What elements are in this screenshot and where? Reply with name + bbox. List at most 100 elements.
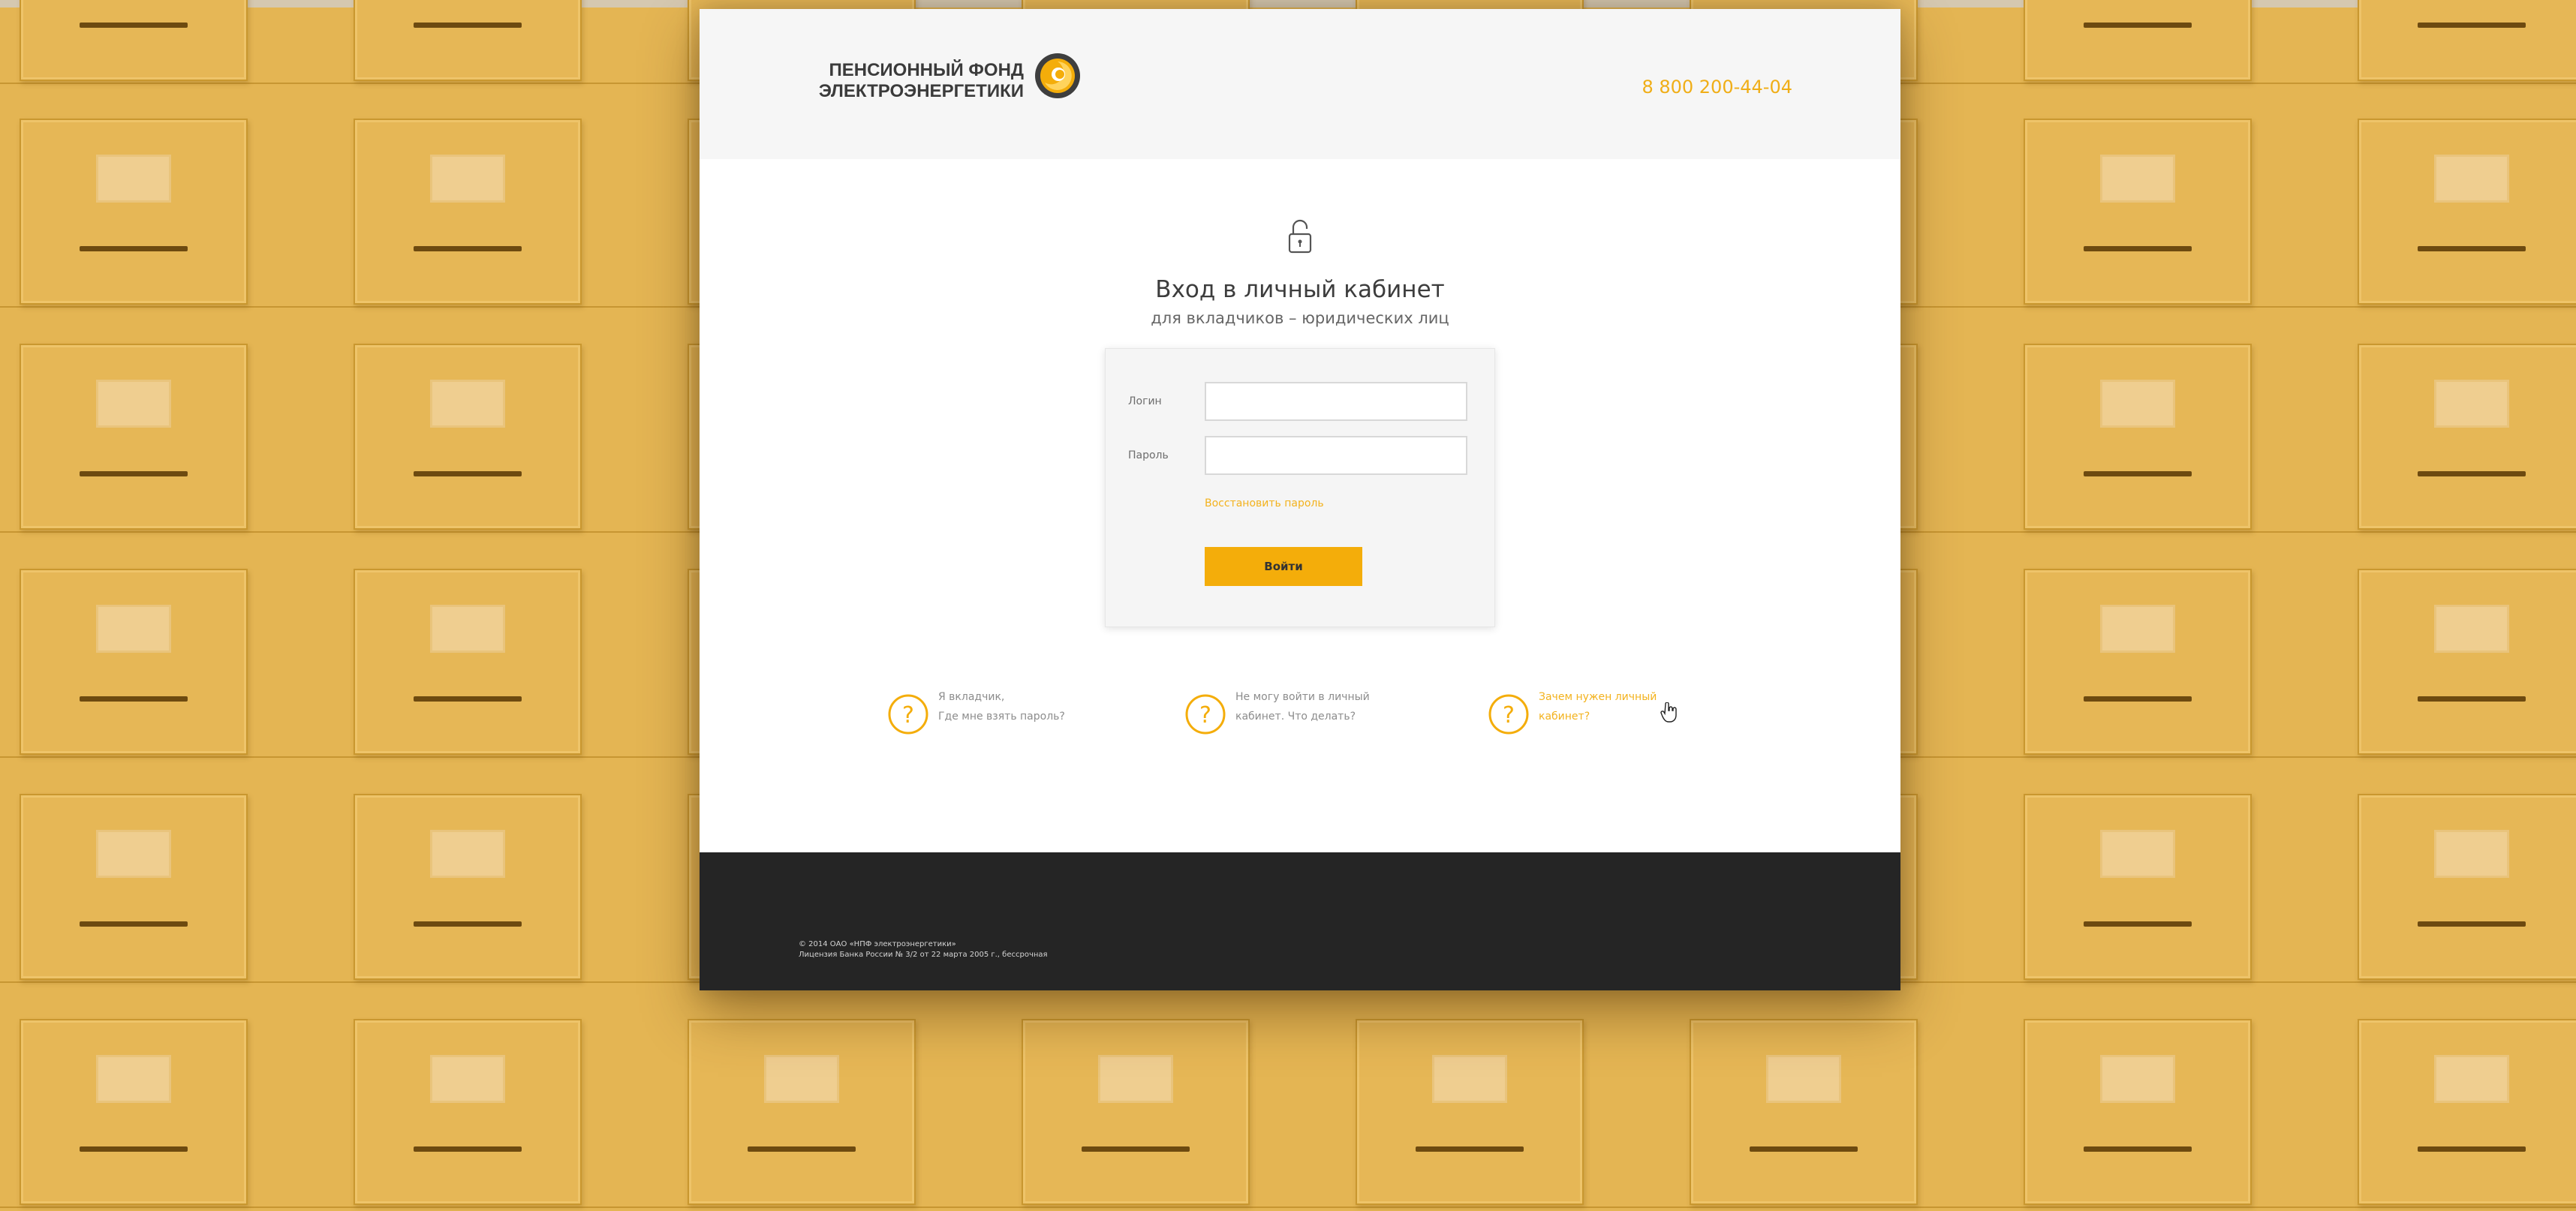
login-form: Логин Пароль Восстановить пароль Войти [1105,348,1495,627]
cabinet-drawer [1690,1019,1918,1205]
svg-text:?: ? [1199,702,1211,729]
cabinet-drawer [354,344,582,530]
cabinet-drawer [1022,1019,1250,1205]
question-icon: ? [1185,694,1226,735]
svg-text:?: ? [902,702,914,729]
logo-text: ПЕНСИОННЫЙ ФОНД ЭЛЕКТРОЭНЕРГЕТИКИ [799,60,1024,102]
drawer-handle [2084,1146,2192,1152]
faq-line-1: Не могу войти в личный [1235,691,1370,703]
cabinet-drawer [20,119,248,305]
fund-logo-icon [1035,53,1080,98]
drawer-handle [1750,1146,1858,1152]
faq-item-why-cabinet[interactable]: ? Зачем нужен личный кабинет? [1488,687,1743,755]
drawer-handle [414,23,522,28]
drawer-label-plate [1432,1055,1507,1103]
cabinet-drawer [354,569,582,755]
drawer-handle [2418,471,2526,476]
cabinet-drawer [354,1019,582,1205]
site-header: ПЕНСИОННЫЙ ФОНД ЭЛЕКТРОЭНЕРГЕТИКИ 8 800 … [700,9,1900,159]
drawer-label-plate [430,1055,505,1103]
drawer-handle [80,696,188,702]
cabinet-drawer [2024,344,2252,530]
drawer-handle [80,1146,188,1152]
cabinet-drawer [354,0,582,81]
drawer-handle [414,921,522,927]
cabinet-drawer [354,794,582,980]
drawer-handle [2418,23,2526,28]
drawer-label-plate [2434,380,2509,428]
drawer-label-plate [96,1055,171,1103]
drawer-label-plate [2100,605,2175,653]
cabinet-drawer [1356,1019,1584,1205]
drawer-handle [748,1146,856,1152]
faq-line-2: кабинет. Что делать? [1235,711,1356,723]
login-window: ПЕНСИОННЫЙ ФОНД ЭЛЕКТРОЭНЕРГЕТИКИ 8 800 … [700,9,1900,990]
logo-line-2: ЭЛЕКТРОЭНЕРГЕТИКИ [818,81,1024,101]
drawer-handle [2084,246,2192,251]
cabinet-drawer [2024,0,2252,81]
unlocked-padlock-icon [1288,219,1312,254]
phone-number[interactable]: 8 800 200-44-04 [1612,77,1792,98]
password-label: Пароль [1128,449,1169,461]
drawer-label-plate [96,380,171,428]
drawer-handle [414,1146,522,1152]
cabinet-drawer [2024,119,2252,305]
drawer-label-plate [430,155,505,203]
faq-text: Я вкладчик, Где мне взять пароль? [938,687,1163,726]
drawer-label-plate [96,605,171,653]
question-icon: ? [888,694,928,735]
shelf-divider [0,1206,2576,1208]
drawer-label-plate [2434,155,2509,203]
cabinet-drawer [20,0,248,81]
drawer-handle [2084,921,2192,927]
faq-item-password[interactable]: ? Я вкладчик, Где мне взять пароль? [887,687,1142,755]
footer-copyright: © 2014 ОАО «НПФ электроэнергетики» [799,940,956,948]
drawer-label-plate [2100,1055,2175,1103]
drawer-label-plate [1098,1055,1173,1103]
cabinet-drawer [2358,0,2576,81]
hand-cursor-icon [1660,702,1677,723]
faq-line-2: Где мне взять пароль? [938,711,1065,723]
login-subtitle: для вкладчиков – юридических лиц [1151,309,1449,327]
drawer-label-plate [96,830,171,878]
cabinet-drawer [2358,794,2576,980]
drawer-label-plate [2100,830,2175,878]
cabinet-drawer [688,1019,916,1205]
restore-password-link[interactable]: Восстановить пароль [1205,497,1324,509]
cabinet-drawer [2024,794,2252,980]
footer-license: Лицензия Банка России № 3/2 от 22 марта … [799,951,1048,959]
drawer-handle [414,696,522,702]
password-input[interactable] [1205,436,1467,475]
drawer-handle [2418,696,2526,702]
drawer-label-plate [2100,380,2175,428]
site-footer: © 2014 ОАО «НПФ электроэнергетики» Лицен… [700,852,1900,990]
drawer-handle [80,246,188,251]
cabinet-drawer [20,1019,248,1205]
drawer-label-plate [96,155,171,203]
faq-item-cannot-login[interactable]: ? Не могу войти в личный кабинет. Что де… [1184,687,1440,755]
faq-line-1: Я вкладчик, [938,691,1005,703]
drawer-handle [80,471,188,476]
drawer-handle [2418,921,2526,927]
login-title: Вход в личный кабинет [1155,276,1445,303]
cabinet-drawer [2024,1019,2252,1205]
cabinet-drawer [2358,119,2576,305]
drawer-handle [2084,471,2192,476]
drawer-label-plate [430,830,505,878]
faq-text: Зачем нужен личный кабинет? [1539,687,1764,726]
faq-text: Не могу войти в личный кабинет. Что дела… [1235,687,1461,726]
drawer-handle [414,246,522,251]
cabinet-drawer [20,794,248,980]
cabinet-drawer [2024,569,2252,755]
drawer-handle [2418,246,2526,251]
question-icon: ? [1488,694,1529,735]
logo-line-1: ПЕНСИОННЫЙ ФОНД [829,60,1025,80]
drawer-label-plate [2434,830,2509,878]
login-button[interactable]: Войти [1205,547,1362,586]
drawer-handle [1416,1146,1524,1152]
drawer-label-plate [2100,155,2175,203]
cabinet-drawer [20,344,248,530]
login-input[interactable] [1205,382,1467,421]
cabinet-drawer [2358,344,2576,530]
drawer-handle [2084,696,2192,702]
